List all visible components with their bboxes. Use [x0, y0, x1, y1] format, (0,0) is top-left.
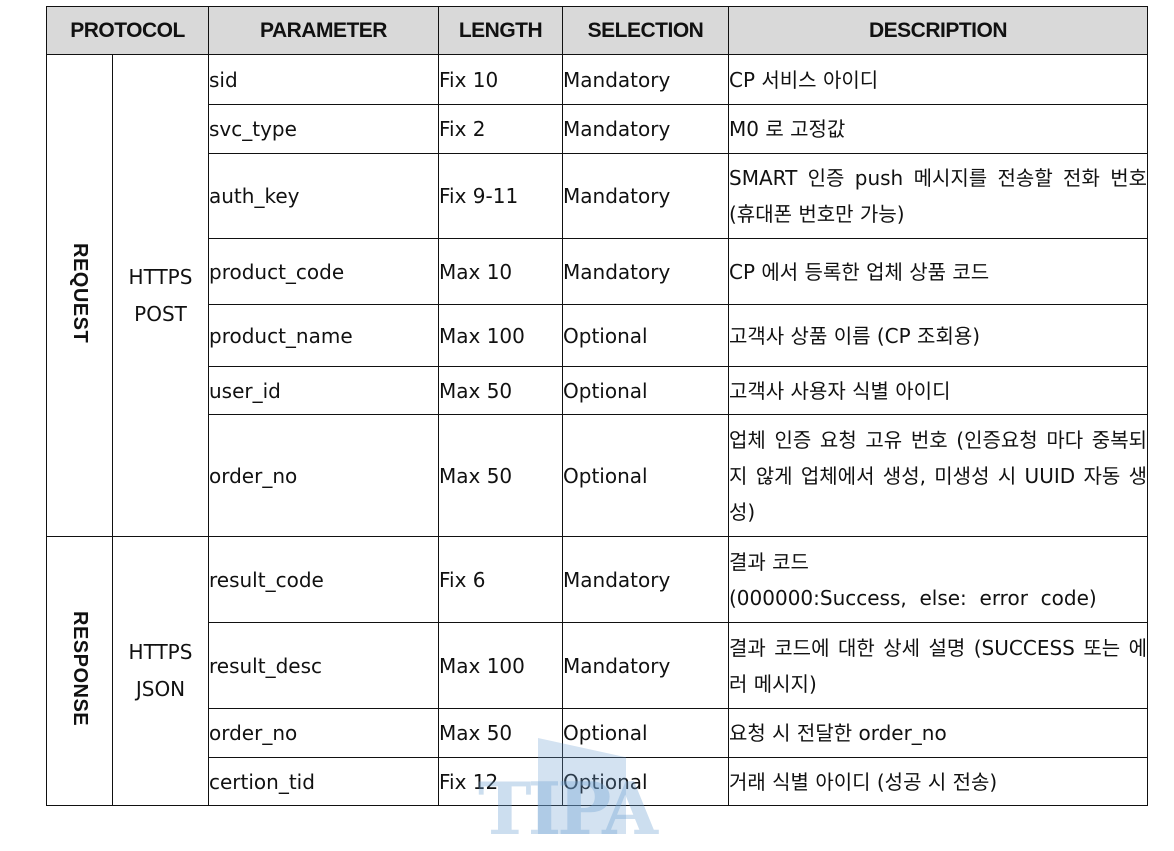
- param-name: user_id: [208, 366, 439, 415]
- api-spec-table: PROTOCOL PARAMETER LENGTH SELECTION DESC…: [46, 6, 1148, 806]
- param-description: 고객사 사용자 식별 아이디: [728, 366, 1148, 415]
- param-name: product_name: [208, 304, 439, 367]
- param-length: Fix 12: [438, 757, 563, 806]
- response-group-cell: RESPONSE: [46, 536, 113, 806]
- table-row: order_no Max 50 Optional 업체 인증 요청 고유 번호 …: [47, 414, 1148, 537]
- param-name: result_code: [208, 536, 439, 623]
- header-protocol: PROTOCOL: [46, 6, 209, 55]
- param-selection: Mandatory: [562, 622, 729, 709]
- header-row: PROTOCOL PARAMETER LENGTH SELECTION DESC…: [46, 6, 1148, 55]
- param-length: Fix 6: [438, 536, 563, 623]
- table-row: result_desc Max 100 Mandatory 결과 코드에 대한 …: [47, 622, 1148, 709]
- response-method-line1: HTTPS: [128, 640, 193, 664]
- param-description: 요청 시 전달한 order_no: [728, 708, 1148, 758]
- param-description: 결과 코드에 대한 상세 설명 (SUCCESS 또는 에러 메시지): [728, 622, 1148, 709]
- param-selection: Mandatory: [562, 54, 729, 105]
- table-row: user_id Max 50 Optional 고객사 사용자 식별 아이디: [47, 366, 1148, 415]
- header-description: DESCRIPTION: [728, 6, 1148, 55]
- response-method-cell: HTTPS JSON: [112, 536, 209, 806]
- param-description-line1: 결과 코드: [729, 549, 809, 574]
- param-description: M0 로 고정값: [728, 104, 1148, 154]
- param-length: Max 10: [438, 238, 563, 305]
- param-description: 고객사 상품 이름 (CP 조회용): [728, 304, 1148, 367]
- header-parameter: PARAMETER: [208, 6, 439, 55]
- param-selection: Optional: [562, 366, 729, 415]
- param-length: Fix 9-11: [438, 153, 563, 239]
- param-name: auth_key: [208, 153, 439, 239]
- table-row: product_code Max 10 Mandatory CP 에서 등록한 …: [47, 238, 1148, 305]
- param-description: SMART 인증 push 메시지를 전송할 전화 번호 (휴대폰 번호만 가능…: [728, 153, 1148, 239]
- param-description-line2: (000000:Success, else: error code): [729, 585, 1097, 610]
- param-selection: Optional: [562, 757, 729, 806]
- request-method-cell: HTTPS POST: [112, 54, 209, 537]
- param-description: 결과 코드 (000000:Success, else: error code): [728, 536, 1148, 623]
- param-selection: Optional: [562, 708, 729, 758]
- param-selection: Mandatory: [562, 104, 729, 154]
- param-description: CP 에서 등록한 업체 상품 코드: [728, 238, 1148, 305]
- param-name: product_code: [208, 238, 439, 305]
- param-description: CP 서비스 아이디: [728, 54, 1148, 105]
- table-row: order_no Max 50 Optional 요청 시 전달한 order_…: [47, 708, 1148, 758]
- param-length: Fix 2: [438, 104, 563, 154]
- param-name: sid: [208, 54, 439, 105]
- request-group-cell: REQUEST: [46, 54, 113, 537]
- param-length: Max 100: [438, 304, 563, 367]
- param-selection: Mandatory: [562, 153, 729, 239]
- response-group-label: RESPONSE: [69, 610, 91, 727]
- param-length: Max 50: [438, 708, 563, 758]
- table-row: certion_tid Fix 12 Optional 거래 식별 아이디 (성…: [47, 757, 1148, 806]
- param-length: Max 50: [438, 366, 563, 415]
- table-row: svc_type Fix 2 Mandatory M0 로 고정값: [47, 104, 1148, 154]
- header-selection: SELECTION: [562, 6, 729, 55]
- param-description: 업체 인증 요청 고유 번호 (인증요청 마다 중복되지 않게 업체에서 생성,…: [728, 414, 1148, 537]
- param-length: Fix 10: [438, 54, 563, 105]
- table-row: auth_key Fix 9-11 Mandatory SMART 인증 pus…: [47, 153, 1148, 239]
- table-row: RESPONSE HTTPS JSON result_code Fix 6 Ma…: [46, 536, 1148, 806]
- param-length: Max 100: [438, 622, 563, 709]
- param-length: Max 50: [438, 414, 563, 537]
- param-description: 거래 식별 아이디 (성공 시 전송): [728, 757, 1148, 806]
- table-row: product_name Max 100 Optional 고객사 상품 이름 …: [47, 304, 1148, 367]
- param-name: result_desc: [208, 622, 439, 709]
- response-method-line2: JSON: [135, 677, 186, 701]
- param-selection: Mandatory: [562, 238, 729, 305]
- param-name: svc_type: [208, 104, 439, 154]
- param-selection: Mandatory: [562, 536, 729, 623]
- table-row: REQUEST HTTPS POST sid Fix 10 Mandatory …: [46, 54, 1148, 537]
- param-name: order_no: [208, 708, 439, 758]
- header-length: LENGTH: [438, 6, 563, 55]
- param-name: certion_tid: [208, 757, 439, 806]
- param-selection: Optional: [562, 414, 729, 537]
- request-group-label: REQUEST: [69, 242, 91, 344]
- request-method-line2: POST: [134, 301, 187, 326]
- param-selection: Optional: [562, 304, 729, 367]
- param-name: order_no: [208, 414, 439, 537]
- request-method-line1: HTTPS: [128, 264, 193, 289]
